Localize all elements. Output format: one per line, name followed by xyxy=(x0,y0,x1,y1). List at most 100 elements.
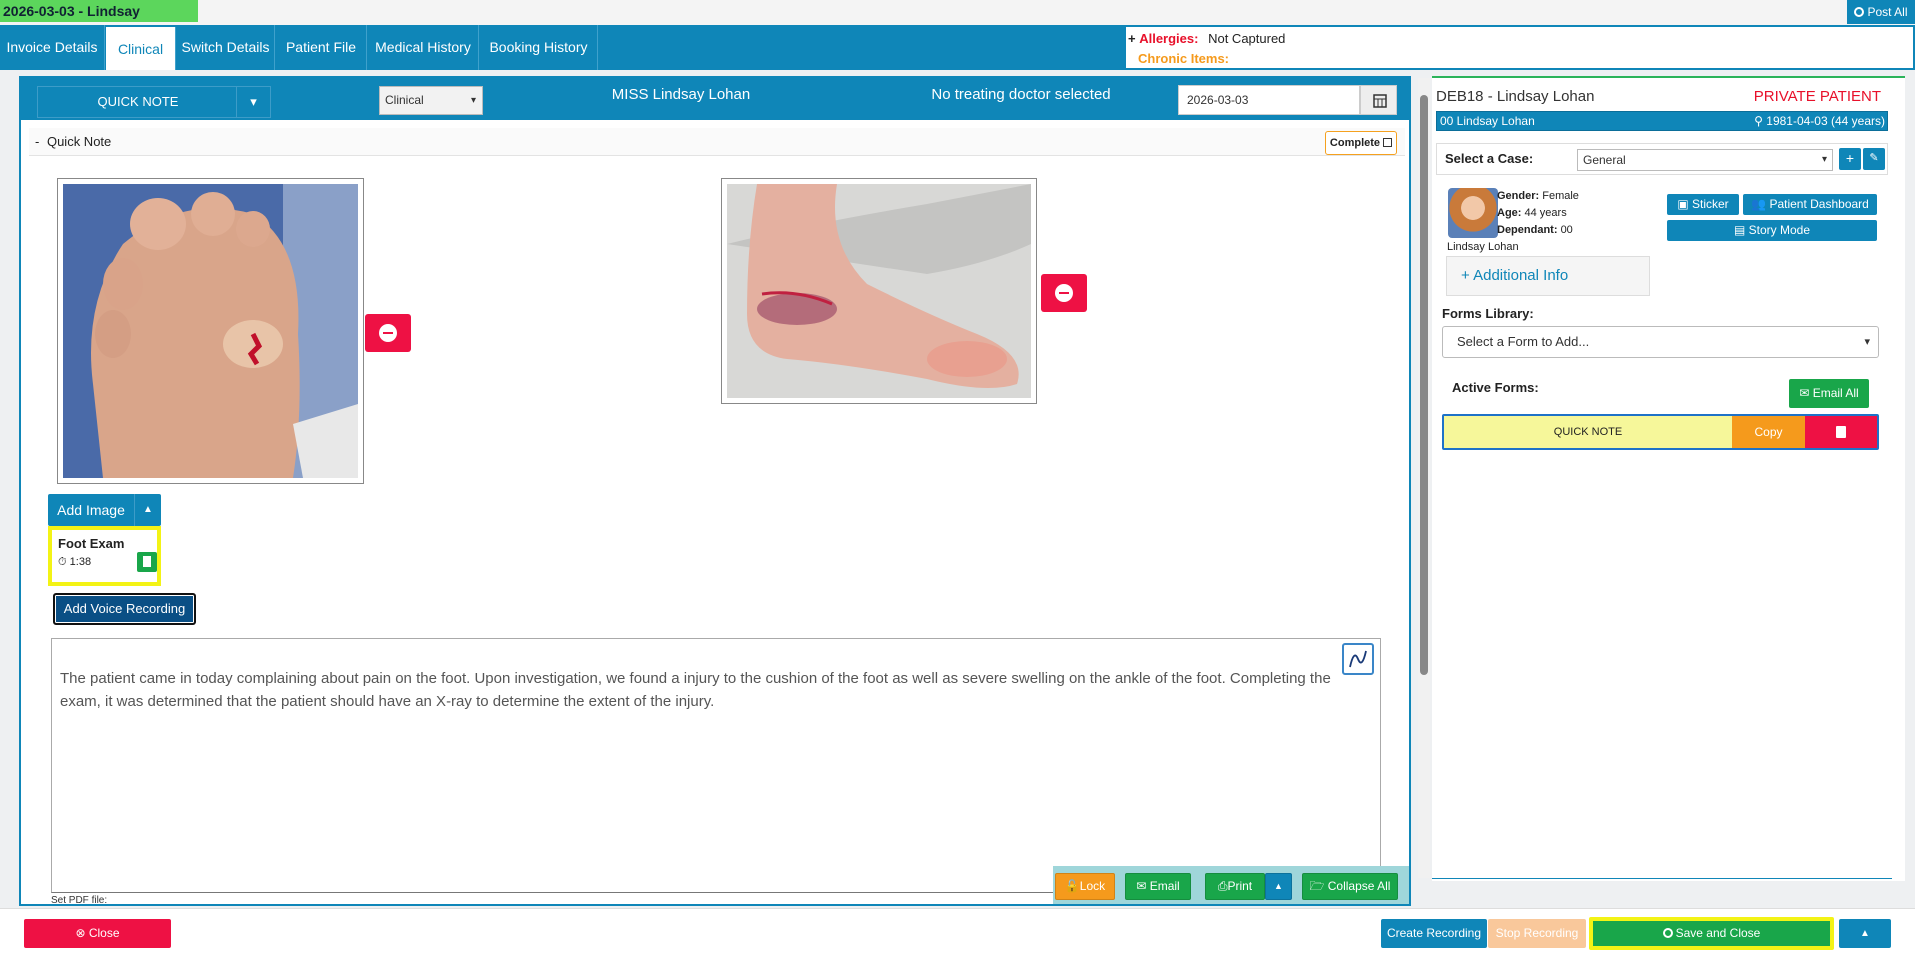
save-options-caret[interactable]: ▲ xyxy=(1839,919,1891,948)
date-input[interactable]: 2026-03-03 xyxy=(1178,85,1360,115)
envelope-icon: ✉ xyxy=(1136,879,1150,893)
copy-form-button[interactable]: Copy xyxy=(1732,416,1805,448)
users-icon: 👥 xyxy=(1751,197,1770,211)
tab-switch-details[interactable]: Switch Details xyxy=(177,25,275,70)
envelope-icon: ✉ xyxy=(1799,386,1813,400)
alerts-box: + Allergies: Not Captured Chronic Items: xyxy=(1124,25,1915,70)
collapse-icon[interactable]: - xyxy=(35,134,39,149)
age-value: 44 years xyxy=(1524,207,1567,219)
member-bar: 00 Lindsay Lohan ⚲ 1981-04-03 (44 years) xyxy=(1436,111,1888,131)
minus-circle-icon xyxy=(1055,284,1073,302)
edit-case-button[interactable]: ✎ xyxy=(1863,148,1885,170)
recording-title: Foot Exam xyxy=(58,536,125,551)
expand-icon[interactable]: + xyxy=(1128,31,1136,46)
top-bar: 2026-03-03 - Lindsay Post All xyxy=(0,0,1915,25)
main-scrollbar-thumb[interactable] xyxy=(1420,95,1428,675)
print-button[interactable]: ⎙Print xyxy=(1205,873,1265,900)
dependant-value: 00 xyxy=(1560,224,1573,236)
folder-open-icon: 🗁 xyxy=(1309,879,1328,893)
clinical-panel: QUICK NOTE ▾ Clinical ▾ MISS Lindsay Loha… xyxy=(19,76,1411,906)
check-circle-icon xyxy=(1662,928,1673,938)
close-icon: ⊗ xyxy=(75,926,89,940)
id-card-icon: ▣ xyxy=(1677,197,1692,211)
lock-icon: 🔓 xyxy=(1064,879,1080,893)
remove-image-2-button[interactable] xyxy=(1041,274,1087,312)
stopwatch-icon: ⏱ xyxy=(58,556,67,568)
chronic-items-label: Chronic Items: xyxy=(1138,51,1230,66)
add-case-button[interactable]: + xyxy=(1839,148,1861,170)
age-label: Age: xyxy=(1497,207,1522,219)
file-icon[interactable] xyxy=(137,552,157,572)
foot-ankle-photo xyxy=(727,184,1031,398)
tab-bar: Invoice Details Clinical Switch Details … xyxy=(0,25,1124,70)
tab-invoice-details[interactable]: Invoice Details xyxy=(0,25,105,70)
complete-checkbox[interactable]: Complete xyxy=(1325,131,1397,155)
case-select[interactable]: General ▾ xyxy=(1577,149,1833,171)
date-of-birth: 1981-04-03 (44 years) xyxy=(1766,114,1885,128)
printer-icon: ⎙ xyxy=(1217,879,1228,893)
note-textarea[interactable]: The patient came in today complaining ab… xyxy=(51,638,1381,893)
gender-label: Gender: xyxy=(1497,190,1540,202)
bottom-bar: ⊗ Close Create Recording Stop Recording … xyxy=(0,908,1915,958)
email-button[interactable]: ✉ Email xyxy=(1125,873,1191,900)
create-recording-button[interactable]: Create Recording xyxy=(1381,919,1487,948)
chevron-down-icon: ▾ xyxy=(1864,336,1870,348)
patient-account: DEB18 - Lindsay Lohan xyxy=(1436,88,1595,105)
tab-medical-history[interactable]: Medical History xyxy=(368,25,479,70)
minus-circle-icon xyxy=(379,324,397,342)
patient-full-name: Lindsay Lohan xyxy=(1447,241,1519,253)
additional-info-toggle[interactable]: + Additional Info xyxy=(1446,256,1650,296)
stop-recording-button[interactable]: Stop Recording xyxy=(1488,919,1586,948)
tab-patient-file[interactable]: Patient File xyxy=(276,25,367,70)
allergies-value: Not Captured xyxy=(1208,31,1286,46)
save-and-close-button[interactable]: Save and Close xyxy=(1589,917,1834,950)
note-header: QUICK NOTE ▾ Clinical ▾ MISS Lindsay Loha… xyxy=(21,78,1409,120)
collapse-all-button[interactable]: 🗁 Collapse All xyxy=(1302,873,1398,900)
window-title: 2026-03-03 - Lindsay xyxy=(0,0,198,22)
patient-dashboard-button[interactable]: 👥 Patient Dashboard xyxy=(1743,194,1877,215)
remove-image-1-button[interactable] xyxy=(365,314,411,352)
allergies-label: Allergies: xyxy=(1139,31,1199,46)
signature-icon[interactable] xyxy=(1342,643,1374,675)
voice-recording-card[interactable]: Foot Exam ⏱ 1:38 xyxy=(48,526,161,586)
print-options-caret[interactable]: ▲ xyxy=(1265,873,1292,900)
note-type-dropdown[interactable]: QUICK NOTE ▾ xyxy=(37,86,271,118)
foot-sole-photo xyxy=(63,184,358,478)
foot-sole-image[interactable] xyxy=(57,178,364,484)
email-all-button[interactable]: ✉ Email All xyxy=(1789,379,1869,408)
quick-note-section-header[interactable]: - Quick Note Complete xyxy=(29,128,1405,156)
pdf-file-label: Set PDF file: xyxy=(51,895,108,906)
lock-button[interactable]: 🔓Lock xyxy=(1055,873,1115,900)
caret-down-icon[interactable]: ▾ xyxy=(236,87,270,117)
map-marker-icon: ⚲ xyxy=(1754,114,1763,128)
case-selector: Select a Case: General ▾ + ✎ xyxy=(1436,143,1888,175)
chevron-down-icon: ▾ xyxy=(1821,154,1827,165)
member-name: 00 Lindsay Lohan xyxy=(1440,114,1535,128)
story-mode-button[interactable]: ▤ Story Mode xyxy=(1667,220,1877,241)
foot-ankle-image[interactable] xyxy=(721,178,1037,404)
active-forms-label: Active Forms: xyxy=(1452,380,1539,395)
patient-status-badge: PRIVATE PATIENT xyxy=(1753,88,1881,105)
calendar-icon xyxy=(1373,94,1387,108)
patient-name: MISS Lindsay Lohan xyxy=(611,86,751,103)
sticker-button[interactable]: ▣ Sticker xyxy=(1667,194,1739,215)
close-button[interactable]: ⊗ Close xyxy=(24,919,171,948)
add-voice-recording-button[interactable]: Add Voice Recording xyxy=(53,593,196,625)
caret-up-icon[interactable]: ▲ xyxy=(134,494,161,526)
tab-booking-history[interactable]: Booking History xyxy=(480,25,598,70)
delete-form-button[interactable] xyxy=(1805,416,1877,448)
panel-divider xyxy=(1432,878,1892,879)
tab-clinical[interactable]: Clinical xyxy=(106,27,176,70)
add-image-button[interactable]: Add Image ▲ xyxy=(48,494,161,526)
forms-library-select[interactable]: Select a Form to Add... ▾ xyxy=(1442,326,1879,358)
category-select[interactable]: Clinical ▾ xyxy=(379,86,483,115)
dependant-label: Dependant: xyxy=(1497,224,1558,236)
active-form-name[interactable]: QUICK NOTE xyxy=(1444,416,1732,448)
checkbox-icon xyxy=(1383,138,1393,147)
chevron-down-icon: ▾ xyxy=(470,95,476,106)
check-circle-icon xyxy=(1854,7,1865,17)
recording-duration: 1:38 xyxy=(69,556,92,568)
post-all-button[interactable]: Post All xyxy=(1847,0,1915,24)
calendar-button[interactable] xyxy=(1360,85,1397,115)
story-icon: ▤ xyxy=(1733,223,1749,237)
